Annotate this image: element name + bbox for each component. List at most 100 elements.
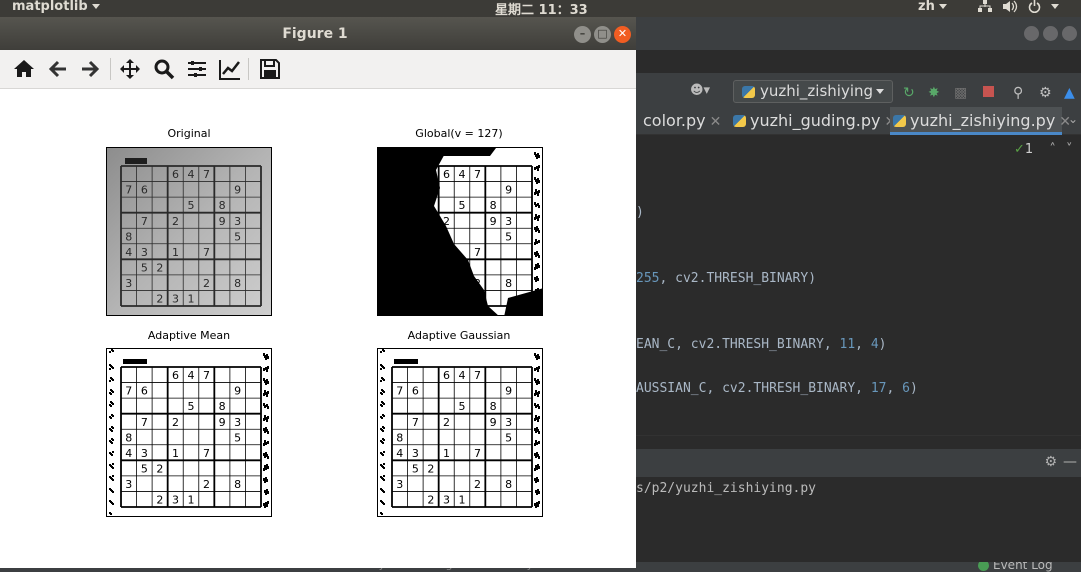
noise-speck [538,230,540,233]
sudoku-digit: 3 [505,416,512,429]
minimize-icon[interactable] [1024,26,1039,41]
debug-icon[interactable]: ✸ [928,85,940,101]
sudoku-digit: 1 [172,246,179,259]
home-icon[interactable] [10,56,38,82]
minimize-icon[interactable]: – [574,26,591,43]
code-editor[interactable]: ✓1 ˄ ˅ ) 255, cv2.THRESH_BINARY) EAN_C, … [636,135,1081,435]
noise-speck [112,415,114,417]
plugin-icon[interactable]: ▲ [1064,85,1075,101]
run-configuration-select[interactable]: yuzhi_zishiying [733,80,893,103]
maximize-icon[interactable] [1043,26,1058,41]
subplot-original[interactable]: 64776958729385431752328231 [106,147,272,316]
sudoku-digit: 2 [427,494,434,507]
noise-speck [538,215,540,218]
noise-speck [112,367,114,369]
sudoku-digit: 9 [490,215,497,228]
clock[interactable]: 星期二 11：33 [495,0,588,18]
sudoku-digit: 3 [172,494,179,507]
forward-icon[interactable] [76,56,104,82]
noise-speck [267,431,269,434]
subplots-icon[interactable] [183,56,211,82]
noise-speck [112,379,114,381]
sudoku-digit: 5 [188,199,195,212]
sudoku-digit: 7 [203,246,210,259]
tab-yuzhi-zishiying-py[interactable]: yuzhi_zishiying.py ✕ [890,107,1071,135]
sudoku-digit: 7 [412,416,419,429]
inspection-widget[interactable]: ✓1 ˄ ˅ [1014,142,1072,157]
sudoku-digit: 7 [474,369,481,382]
noise-speck [265,467,267,470]
input-method-menu[interactable]: zh [918,0,947,14]
gear-icon[interactable]: ⚙ [1039,85,1052,101]
noise-speck [535,229,537,232]
tab-color-py[interactable]: color.py ✕ [623,107,721,135]
figure-titlebar[interactable]: Figure 1 – □ ✕ [0,17,636,50]
sudoku-digit: 4 [125,246,132,259]
sudoku-digit: 1 [459,494,466,507]
sudoku-digit: 2 [156,494,163,507]
noise-speck [266,419,268,422]
event-log-button[interactable]: Event Log [978,562,1053,572]
sudoku-digit: 7 [203,168,210,181]
chevron-up-icon[interactable]: ˄ [1049,142,1056,157]
noise-speck [536,467,538,470]
noise-speck [383,379,385,381]
header-strip [125,158,147,164]
noise-speck [380,351,382,353]
subplot-global[interactable]: 64776958729385431752328231 [377,147,543,316]
user-icon[interactable]: ☻▾ [690,83,710,98]
system-tray[interactable] [978,0,1059,13]
zoom-icon[interactable] [150,56,178,82]
noise-speck [383,367,385,369]
header-strip [394,359,418,364]
search-icon[interactable]: ⚲ [1013,85,1023,101]
close-icon[interactable]: ✕ [710,114,722,130]
gear-icon[interactable]: ⚙ [1044,454,1057,470]
tab-list-chevron-icon[interactable]: ⌄ [1068,112,1078,126]
noise-speck [534,167,536,170]
close-icon[interactable]: ✕ [614,26,631,43]
sudoku-digit: 3 [125,277,132,290]
maximize-icon[interactable]: □ [594,26,611,43]
sudoku-digit: 5 [412,462,419,475]
toolbar-separator [110,58,111,80]
coverage-icon[interactable]: ▩ [954,85,967,101]
code-number: 6 [902,381,910,396]
hide-icon[interactable]: — [1063,454,1077,470]
noise-speck [263,418,265,421]
noise-speck [380,380,382,382]
inspection-count: 1 [1024,142,1034,157]
noise-speck [537,168,539,171]
stop-icon[interactable] [983,86,994,97]
subplot-adaptive-gaussian[interactable]: 64776958729385431752328231 [377,348,543,517]
noise-speck [267,441,269,444]
noise-speck [383,475,385,477]
save-icon[interactable] [256,56,284,82]
tab-label: yuzhi_zishiying.py [910,111,1056,130]
noise-speck [112,391,114,393]
chevron-down-icon[interactable]: ˅ [1066,142,1073,157]
noise-speck [112,503,114,505]
rerun-icon[interactable]: ↻ [903,85,915,101]
sudoku-digit: 3 [505,215,512,228]
subplot-adaptive-mean[interactable]: 64776958729385431752328231 [106,348,272,517]
noise-speck [538,501,540,504]
tab-yuzhi-guding-py[interactable]: yuzhi_guding.py✕ [730,107,896,135]
sudoku-digit: 2 [172,215,179,228]
edit-axes-icon[interactable] [216,56,244,82]
noise-speck [112,451,114,453]
noise-speck [383,463,385,465]
figure-canvas[interactable]: Original 64776958729385431752328231 Glob… [0,89,636,568]
back-icon[interactable] [44,56,72,82]
noise-speck [536,442,538,445]
sudoku-digit: 6 [141,385,148,398]
app-menu[interactable]: matplotlib [12,0,100,14]
close-icon[interactable] [1062,26,1077,41]
sudoku-digit: 9 [505,385,512,398]
sudoku-digit: 3 [234,215,241,228]
noise-speck [264,455,266,458]
pan-icon[interactable] [116,56,144,82]
sudoku-digit: 8 [490,199,497,212]
sudoku-digit: 8 [396,431,403,444]
sudoku-digit: 3 [443,494,450,507]
